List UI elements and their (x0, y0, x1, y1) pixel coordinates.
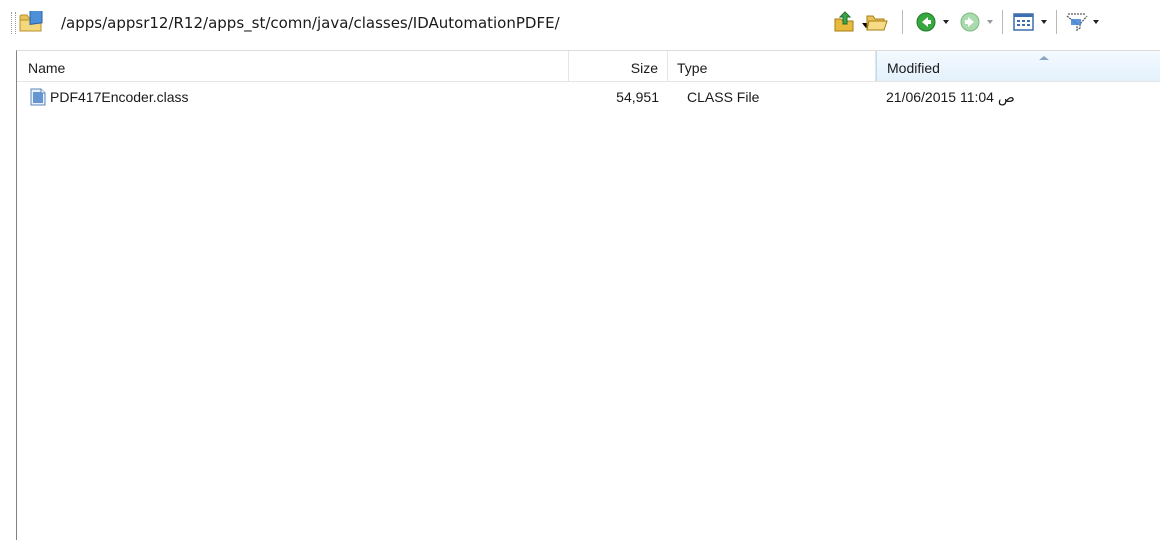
file-size: 54,951 (616, 89, 659, 105)
view-button[interactable] (1010, 8, 1050, 36)
forward-dropdown-arrow-icon[interactable] (987, 20, 993, 24)
path-combobox[interactable]: /apps/appsr12/R12/apps_st/comn/java/clas… (48, 7, 870, 39)
column-header-modified-label: Modified (887, 60, 940, 76)
back-button[interactable] (912, 8, 952, 36)
back-icon (916, 12, 936, 32)
forward-icon (960, 12, 980, 32)
file-type: CLASS File (687, 89, 760, 105)
parent-folder-button[interactable] (832, 8, 858, 36)
view-icon (1013, 13, 1034, 31)
filter-dropdown-arrow-icon[interactable] (1093, 20, 1099, 24)
folder-icon (19, 11, 43, 32)
forward-button[interactable] (956, 8, 996, 36)
view-dropdown-arrow-icon[interactable] (1041, 20, 1047, 24)
file-list[interactable]: Name Size Type Modified PDF417Encoder.cl… (16, 50, 1160, 540)
column-header-size[interactable]: Size (569, 51, 668, 81)
column-header-row: Name Size Type Modified (17, 51, 1160, 82)
class-file-icon (30, 88, 46, 106)
column-header-name[interactable]: Name (17, 51, 569, 81)
toolbar-separator (1056, 10, 1057, 34)
filter-button[interactable] (1062, 8, 1102, 36)
back-dropdown-arrow-icon[interactable] (943, 20, 949, 24)
file-browser-window: /apps/appsr12/R12/apps_st/comn/java/clas… (0, 0, 1160, 540)
column-header-modified[interactable]: Modified (876, 51, 1160, 81)
path-text[interactable]: /apps/appsr12/R12/apps_st/comn/java/clas… (61, 14, 560, 32)
filter-icon (1066, 13, 1088, 32)
toolbar-grip[interactable] (11, 12, 16, 34)
parent-folder-icon (834, 11, 854, 32)
toolbar-separator (1002, 10, 1003, 34)
file-name: PDF417Encoder.class (50, 89, 189, 105)
sort-ascending-icon (1039, 56, 1049, 60)
open-folder-button[interactable] (864, 8, 890, 36)
address-toolbar: /apps/appsr12/R12/apps_st/comn/java/clas… (0, 0, 1160, 46)
file-row[interactable]: PDF417Encoder.class 54,951 CLASS File 21… (17, 85, 1160, 109)
file-modified: 21/06/2015 11:04 ص (886, 89, 1015, 105)
open-folder-icon (866, 15, 888, 31)
column-header-type[interactable]: Type (668, 51, 876, 81)
toolbar-separator (902, 10, 903, 34)
